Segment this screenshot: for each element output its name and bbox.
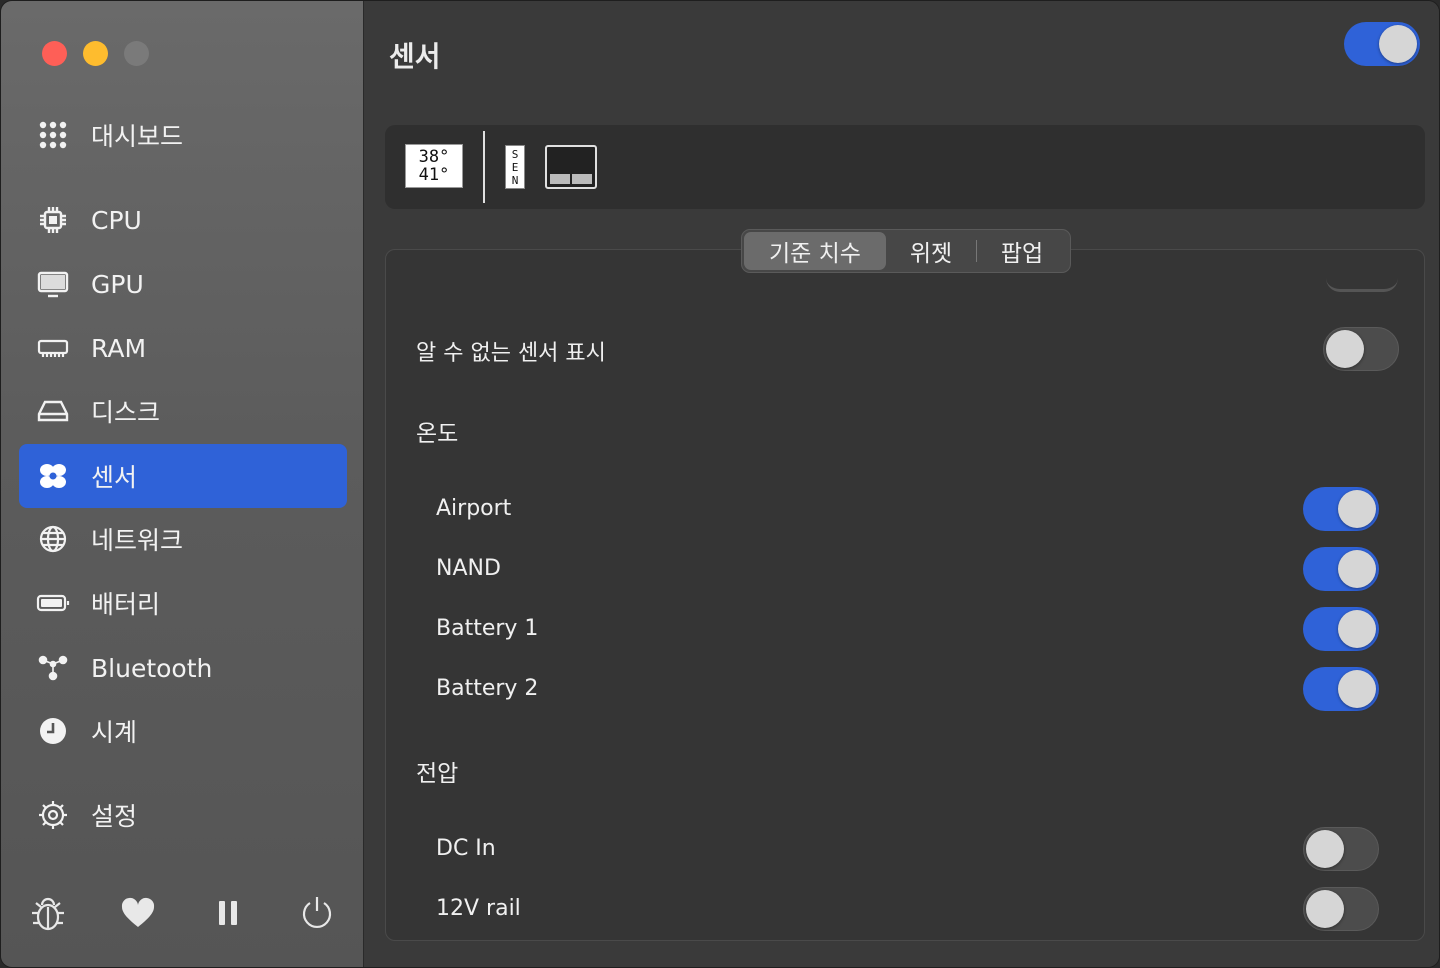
memory-icon bbox=[36, 331, 70, 365]
minimize-button[interactable] bbox=[83, 41, 108, 66]
sensor-label-widget-preview[interactable]: S E N bbox=[505, 145, 525, 189]
bluetooth-icon bbox=[36, 651, 70, 685]
preview-divider bbox=[483, 131, 485, 203]
clock-icon bbox=[36, 714, 70, 748]
tab-base-settings[interactable]: 기준 치수 bbox=[744, 232, 886, 270]
globe-icon bbox=[36, 522, 70, 556]
sensor-name-airport: Airport bbox=[436, 496, 512, 521]
sidebar-item-ram[interactable]: RAM bbox=[19, 316, 347, 380]
sidebar-item-dashboard[interactable]: 대시보드 bbox=[19, 103, 347, 167]
sidebar-item-network[interactable]: 네트워크 bbox=[19, 507, 347, 571]
sensor-name-12v-rail: 12V rail bbox=[436, 896, 521, 921]
sensor-toggle-battery-1[interactable] bbox=[1303, 607, 1379, 651]
unknown-sensors-toggle[interactable] bbox=[1323, 327, 1399, 371]
section-title-voltage: 전압 bbox=[416, 761, 459, 787]
app-window: 대시보드 CPU GPU RAM 디스크 센서 네트워크 배터리 Bluetoo… bbox=[0, 0, 1440, 968]
close-button[interactable] bbox=[42, 41, 67, 66]
sidebar-item-label: GPU bbox=[91, 269, 144, 299]
tab-widget[interactable]: 위젯 bbox=[886, 232, 976, 270]
sidebar-item-label: 시계 bbox=[91, 718, 138, 747]
sen-letter: S bbox=[511, 148, 519, 161]
temp-line-2: 41° bbox=[418, 165, 450, 185]
settings-tab-control: 기준 치수 위젯 팝업 bbox=[741, 229, 1071, 273]
sidebar-item-disk[interactable]: 디스크 bbox=[19, 379, 347, 443]
sidebar-item-label: 디스크 bbox=[91, 398, 161, 427]
sidebar-item-clock[interactable]: 시계 bbox=[19, 699, 347, 763]
power-icon[interactable] bbox=[295, 891, 339, 935]
sidebar-item-label: 배터리 bbox=[91, 590, 161, 619]
sidebar-item-battery[interactable]: 배터리 bbox=[19, 571, 347, 635]
page-title: 센서 bbox=[389, 40, 441, 73]
section-title-temperature: 온도 bbox=[416, 421, 459, 447]
module-enable-toggle[interactable] bbox=[1344, 22, 1420, 66]
sensor-name-battery-2: Battery 2 bbox=[436, 676, 539, 701]
sensor-toggle-dc-in[interactable] bbox=[1303, 827, 1379, 871]
settings-panel[interactable]: 알 수 없는 센서 표시 온도 Airport NAND Battery 1 B… bbox=[385, 249, 1425, 941]
cpu-icon bbox=[36, 203, 70, 237]
bar-chart-widget-preview[interactable] bbox=[545, 145, 597, 189]
sidebar-item-settings[interactable]: 설정 bbox=[19, 783, 347, 847]
bug-icon[interactable] bbox=[26, 891, 70, 935]
scrolled-toggle-edge bbox=[1326, 278, 1398, 292]
sidebar-item-label: Bluetooth bbox=[91, 653, 213, 683]
sidebar-item-gpu[interactable]: GPU bbox=[19, 252, 347, 316]
heart-icon[interactable] bbox=[116, 891, 160, 935]
unknown-sensors-label: 알 수 없는 센서 표시 bbox=[416, 341, 606, 366]
sensor-toggle-airport[interactable] bbox=[1303, 487, 1379, 531]
sidebar-item-sensors[interactable]: 센서 bbox=[19, 444, 347, 508]
sen-letter: N bbox=[511, 174, 519, 187]
sidebar-item-label: 설정 bbox=[91, 802, 138, 831]
temperature-widget-preview[interactable]: 38° 41° bbox=[405, 144, 463, 188]
sensor-name-battery-1: Battery 1 bbox=[436, 616, 539, 641]
tab-popup[interactable]: 팝업 bbox=[977, 232, 1067, 270]
sensor-name-dc-in: DC In bbox=[436, 836, 496, 861]
sidebar-item-bluetooth[interactable]: Bluetooth bbox=[19, 636, 347, 700]
sen-letter: E bbox=[511, 161, 519, 174]
sensor-toggle-nand[interactable] bbox=[1303, 547, 1379, 591]
sensor-name-nand: NAND bbox=[436, 556, 501, 581]
sidebar: 대시보드 CPU GPU RAM 디스크 센서 네트워크 배터리 Bluetoo… bbox=[1, 1, 364, 967]
sidebar-item-cpu[interactable]: CPU bbox=[19, 188, 347, 252]
sidebar-item-label: 네트워크 bbox=[91, 526, 184, 555]
sidebar-item-label: 센서 bbox=[91, 463, 138, 492]
gear-icon bbox=[36, 798, 70, 832]
sensor-toggle-battery-2[interactable] bbox=[1303, 667, 1379, 711]
pause-icon[interactable] bbox=[206, 891, 250, 935]
window-controls bbox=[42, 41, 149, 66]
disk-icon bbox=[36, 394, 70, 428]
zoom-button[interactable] bbox=[124, 41, 149, 66]
sidebar-footer bbox=[1, 891, 364, 941]
sidebar-item-label: RAM bbox=[91, 333, 147, 363]
fan-icon bbox=[36, 459, 70, 493]
grid-icon bbox=[36, 118, 70, 152]
sidebar-item-label: 대시보드 bbox=[91, 122, 184, 151]
sidebar-item-label: CPU bbox=[91, 205, 142, 235]
monitor-icon bbox=[36, 267, 70, 301]
widget-preview-bar: 38° 41° S E N bbox=[385, 125, 1425, 209]
temp-line-1: 38° bbox=[418, 147, 450, 167]
sensor-toggle-12v-rail[interactable] bbox=[1303, 887, 1379, 931]
battery-icon bbox=[36, 586, 70, 620]
main-content: 센서 38° 41° S E N 기준 치수 위젯 팝업 알 수 없는 센서 표… bbox=[365, 1, 1439, 967]
